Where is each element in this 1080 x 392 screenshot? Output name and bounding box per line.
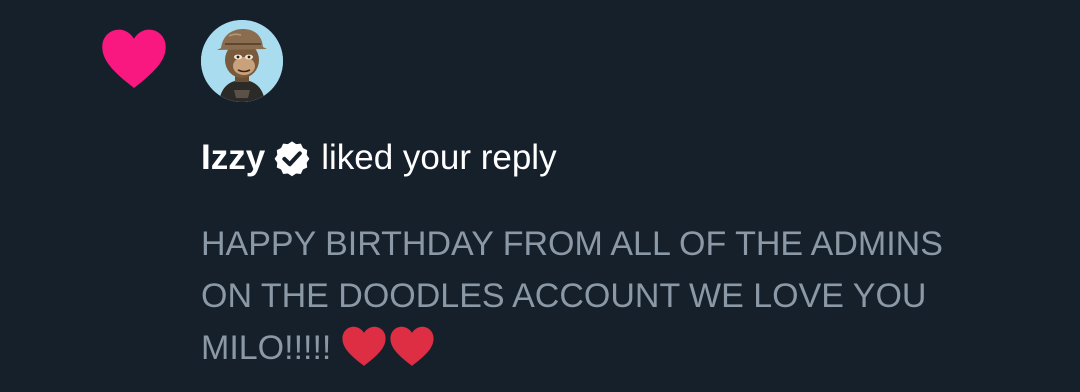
like-notification[interactable]: Izzy liked your reply HAPPY BIRTHDAY FRO… — [0, 0, 1080, 392]
reply-text-line-end: MILO!!!!! — [201, 329, 332, 367]
user-avatar[interactable] — [201, 20, 283, 102]
reply-text-line: HAPPY BIRTHDAY FROM ALL OF THE ADMINS — [201, 225, 943, 263]
reply-text-line: ON THE DOODLES ACCOUNT WE LOVE YOU — [201, 277, 927, 315]
red-heart-icon — [342, 326, 386, 366]
notification-action-text: liked your reply — [321, 138, 557, 177]
reply-text-line: MILO!!!!! — [201, 322, 1061, 374]
emoji-group — [341, 325, 435, 367]
heart-icon — [102, 29, 166, 89]
reply-text[interactable]: HAPPY BIRTHDAY FROM ALL OF THE ADMINS ON… — [201, 218, 1061, 374]
notification-headline: Izzy liked your reply — [201, 134, 557, 182]
red-heart-icon — [390, 326, 434, 366]
verified-badge-icon — [274, 141, 310, 177]
ape-avatar-icon — [201, 20, 283, 102]
username-link[interactable]: Izzy — [201, 138, 265, 178]
